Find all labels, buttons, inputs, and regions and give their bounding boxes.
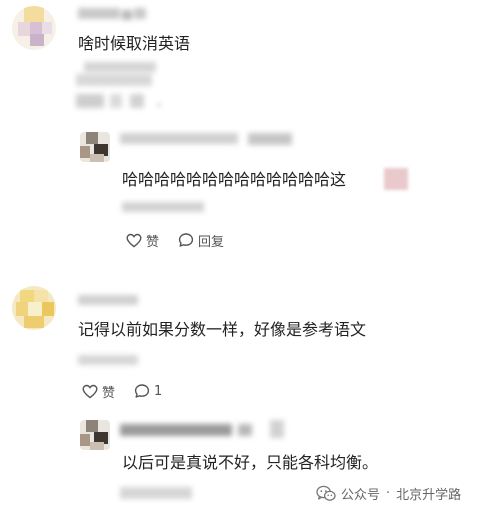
username[interactable] — [78, 292, 148, 308]
comment-text: 记得以前如果分数一样，好像是参考语文 — [78, 320, 367, 339]
avatar[interactable] — [12, 6, 56, 50]
reply-button[interactable]: 回复 — [178, 230, 224, 250]
comment-section: 啥时候取消英语 哈哈哈哈哈哈哈哈哈哈哈哈哈这 赞 回复 记得以前如果分数一样，好… — [0, 0, 490, 514]
avatar[interactable] — [80, 420, 110, 450]
reply-text: 以后可是真说不好，只能各科均衡。 — [122, 453, 379, 472]
reply-count-button[interactable]: 1 — [134, 381, 162, 401]
reply-time — [122, 200, 212, 214]
comment-text: 啥时候取消英语 — [78, 34, 191, 53]
comment-meta — [78, 352, 148, 368]
emoji — [384, 168, 408, 190]
avatar[interactable] — [80, 132, 110, 162]
wechat-icon — [316, 485, 336, 501]
username[interactable] — [120, 130, 300, 148]
username[interactable] — [120, 418, 290, 440]
heart-icon — [126, 233, 142, 247]
reply-count: 1 — [154, 383, 163, 399]
like-label: 赞 — [146, 234, 160, 250]
reply-text: 哈哈哈哈哈哈哈哈哈哈哈哈哈这 — [122, 170, 347, 189]
heart-icon — [82, 384, 98, 398]
like-label: 赞 — [102, 385, 116, 401]
like-button[interactable]: 赞 — [126, 230, 159, 250]
avatar[interactable] — [12, 286, 56, 330]
comment-icon — [134, 384, 150, 398]
username[interactable] — [78, 6, 148, 22]
watermark-account: 北京升学路 — [396, 487, 462, 503]
watermark-platform: 公众号 — [341, 487, 381, 503]
like-button[interactable]: 赞 — [82, 381, 115, 401]
comment-icon — [178, 233, 194, 247]
watermark: 公众号 · 北京升学路 — [316, 482, 461, 504]
comment-meta — [76, 60, 166, 120]
reply-time — [120, 484, 200, 502]
reply-label: 回复 — [198, 234, 225, 250]
watermark-separator: · — [386, 485, 391, 501]
